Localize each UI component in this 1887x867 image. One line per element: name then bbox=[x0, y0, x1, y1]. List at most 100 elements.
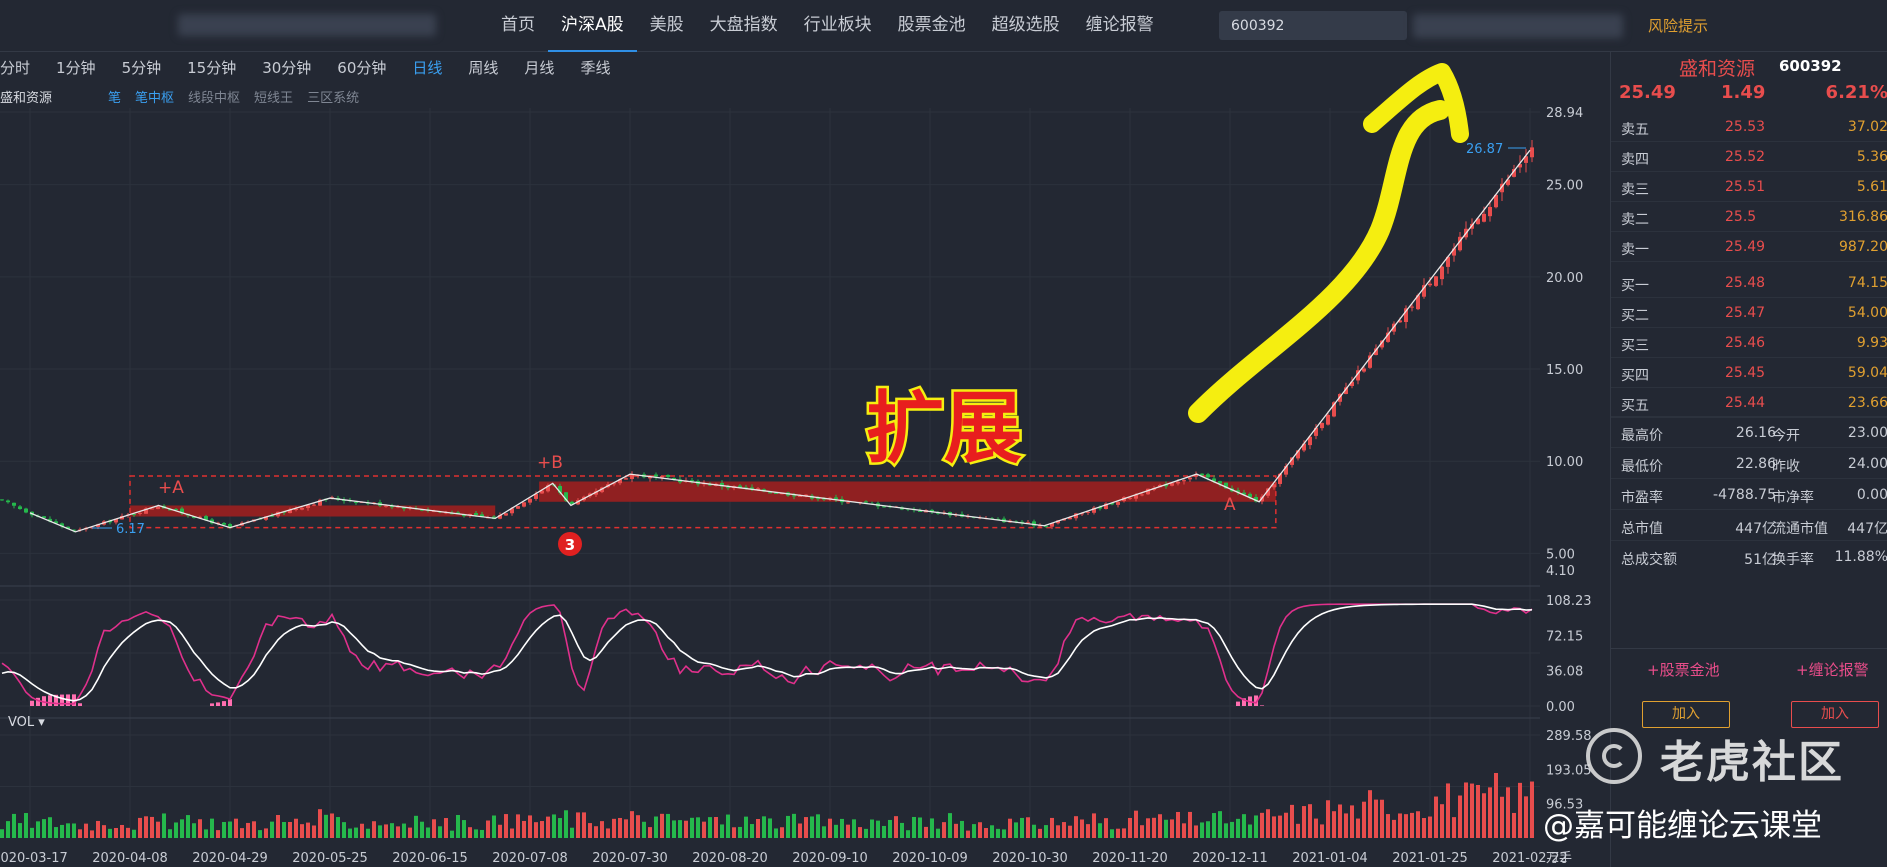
add-alert-link[interactable]: +缠论报警 bbox=[1796, 659, 1869, 680]
volume-bar bbox=[1188, 811, 1192, 838]
add-pool-button[interactable]: 加入 bbox=[1642, 701, 1730, 728]
stat-l1: 总市值 bbox=[1621, 521, 1663, 537]
kline-chart[interactable]: 28.94 25.00 20.00 15.00 10.00 5.00 4.10 108.23 7… bbox=[0, 0, 1610, 867]
volume-bar bbox=[1320, 824, 1324, 838]
candle-body bbox=[312, 504, 316, 506]
volume-bar bbox=[204, 829, 208, 838]
candle-body bbox=[156, 506, 160, 510]
volume-bar bbox=[1368, 790, 1372, 838]
volume-bar bbox=[1518, 782, 1522, 838]
watermark-brand: 老虎社区 bbox=[1660, 737, 1844, 788]
volume-bar bbox=[1140, 825, 1144, 838]
volume-bar bbox=[642, 821, 646, 838]
volume-bar bbox=[1362, 801, 1366, 838]
volume-bar bbox=[534, 822, 538, 838]
volume-bar bbox=[810, 816, 814, 838]
add-to-pool-link[interactable]: +股票金池 bbox=[1647, 659, 1720, 680]
volume-bar bbox=[174, 822, 178, 838]
volume-bar bbox=[168, 829, 172, 838]
volume-bar bbox=[300, 824, 304, 838]
volume-bar bbox=[870, 819, 874, 838]
chart-grid bbox=[0, 108, 1540, 838]
volume-bar bbox=[894, 816, 898, 838]
add-alert-button[interactable]: 加入 bbox=[1791, 701, 1879, 728]
orderbook-label: 买五 bbox=[1621, 398, 1649, 414]
volume-bar bbox=[690, 817, 694, 838]
stat-l1: 最高价 bbox=[1621, 428, 1663, 444]
candle-body bbox=[1116, 502, 1120, 505]
volume-bar bbox=[732, 827, 736, 838]
volume-bar bbox=[18, 823, 22, 838]
volume-bar bbox=[1434, 796, 1438, 838]
volume-bar bbox=[1326, 800, 1330, 838]
volume-bar bbox=[162, 813, 166, 838]
orderbook-row: 买四 25.45 59.04 bbox=[1611, 358, 1887, 388]
candle-body bbox=[768, 492, 772, 494]
stat-row: 市盈率 -4788.75 市净率 0.00 bbox=[1611, 478, 1887, 509]
orderbook-label: 买四 bbox=[1621, 368, 1649, 384]
orderbook-price: 25.5 bbox=[1725, 209, 1757, 225]
volume-bar bbox=[6, 821, 10, 838]
candle-body bbox=[222, 523, 226, 525]
volume-bar bbox=[954, 823, 958, 838]
volume-bar bbox=[654, 816, 658, 838]
volume-bar bbox=[804, 817, 808, 838]
volume-bar bbox=[1512, 812, 1516, 838]
kdj-bar bbox=[222, 701, 226, 706]
kdj-bar bbox=[216, 702, 220, 706]
plus-b-label: +B bbox=[537, 453, 563, 473]
price-tick-label: 10.00 bbox=[1546, 455, 1583, 470]
orderbook-volume: 5.36 bbox=[1856, 149, 1887, 165]
volume-bar bbox=[24, 813, 28, 838]
volume-bar bbox=[288, 821, 292, 838]
stat-l2: 市净率 bbox=[1772, 490, 1814, 506]
volume-bar bbox=[1476, 784, 1480, 838]
volume-bar bbox=[936, 828, 940, 838]
volume-bar bbox=[930, 818, 934, 838]
quote-header: 盛和资源 600392 bbox=[1611, 52, 1887, 80]
candle-body bbox=[474, 513, 478, 516]
volume-bar bbox=[1404, 814, 1408, 838]
volume-bar bbox=[120, 824, 124, 838]
date-tick-label: 2020-03-17 bbox=[0, 851, 68, 866]
volume-bar bbox=[696, 817, 700, 838]
volume-bar bbox=[618, 817, 622, 838]
kdj-d-line bbox=[1, 603, 1533, 702]
date-tick-label: 2020-07-30 bbox=[592, 851, 668, 866]
orderbook-price: 25.49 bbox=[1725, 239, 1766, 255]
volume-bar bbox=[462, 820, 466, 838]
volume-bar bbox=[1206, 821, 1210, 838]
volume-bar bbox=[1428, 816, 1432, 838]
stat-l2: 昨收 bbox=[1772, 459, 1800, 475]
candle-body bbox=[1410, 306, 1414, 308]
volume-bar bbox=[726, 814, 730, 838]
candle-body bbox=[654, 474, 658, 477]
orderbook-row: 买五 25.44 23.66 bbox=[1611, 388, 1887, 418]
orderbook-volume: 59.04 bbox=[1847, 365, 1887, 381]
volume-bar bbox=[282, 822, 286, 838]
volume-bar bbox=[318, 809, 322, 838]
stat-row: 最高价 26.16 今开 23.00 bbox=[1611, 416, 1887, 447]
volume-bar bbox=[756, 819, 760, 838]
volume-bar bbox=[252, 821, 256, 838]
candle-body bbox=[1182, 480, 1186, 482]
volume-bar bbox=[150, 816, 154, 838]
volume-bar bbox=[1488, 787, 1492, 838]
stat-l2: 今开 bbox=[1772, 428, 1800, 444]
bi-line bbox=[29, 149, 1531, 533]
stat-row: 总市值 447亿 流通市值 447亿 bbox=[1611, 509, 1887, 540]
volume-bar bbox=[438, 826, 442, 838]
orderbook-volume: 9.93 bbox=[1856, 335, 1887, 351]
risk-warning-link[interactable]: 风险提示 bbox=[1648, 15, 1708, 36]
volume-bar bbox=[1224, 823, 1228, 838]
candle-body bbox=[1434, 276, 1438, 286]
quote-change-pct: 6.21% bbox=[1825, 82, 1887, 103]
candle-body bbox=[1482, 213, 1486, 222]
candle-body bbox=[18, 506, 22, 510]
candle-body bbox=[726, 487, 730, 489]
volume-bar bbox=[1338, 804, 1342, 838]
volume-bar bbox=[1080, 819, 1084, 838]
volume-bar bbox=[1458, 795, 1462, 838]
orderbook-volume: 37.02 bbox=[1847, 119, 1887, 135]
date-tick-label: 2020-07-08 bbox=[492, 851, 568, 866]
